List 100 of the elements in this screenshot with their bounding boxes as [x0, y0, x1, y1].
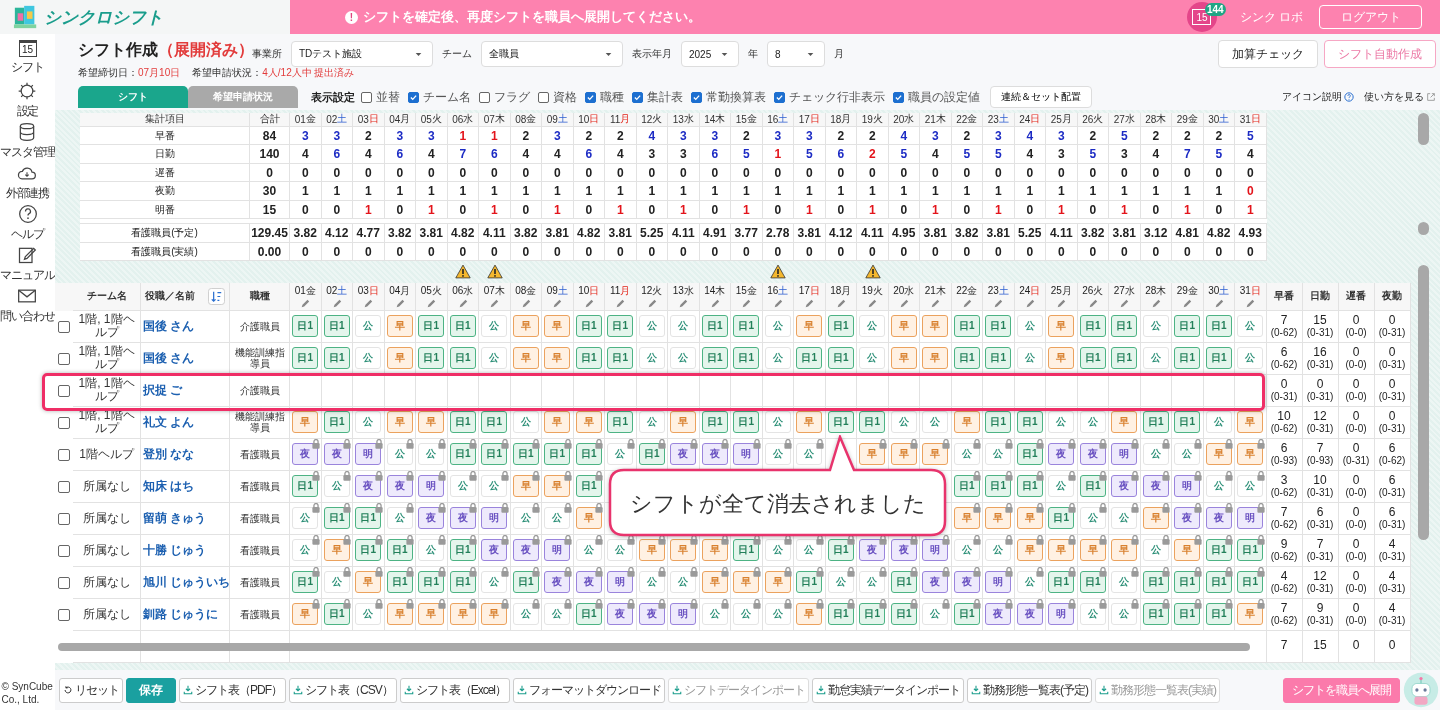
- toolbar-button[interactable]: リセット: [59, 677, 123, 703]
- shift-cell[interactable]: 日1: [985, 347, 1012, 370]
- shift-cell[interactable]: 早: [922, 315, 949, 338]
- sidebar-item[interactable]: 設定: [16, 103, 39, 120]
- scrollbar[interactable]: [1418, 221, 1429, 235]
- shift-cell[interactable]: 早: [512, 315, 539, 338]
- shift-cell[interactable]: 公: [953, 539, 980, 562]
- shift-cell[interactable]: 公: [418, 443, 445, 466]
- shift-cell[interactable]: 公: [1142, 315, 1169, 338]
- shift-cell[interactable]: 日1: [323, 507, 350, 530]
- shift-cell[interactable]: 早: [544, 411, 571, 434]
- shift-cell[interactable]: 公: [638, 571, 665, 594]
- shift-cell[interactable]: 日1: [1016, 411, 1043, 434]
- shift-cell[interactable]: 早: [922, 443, 949, 466]
- shift-cell[interactable]: 公: [355, 315, 382, 338]
- shift-cell[interactable]: 日1: [985, 315, 1012, 338]
- shift-cell[interactable]: 日1: [1111, 347, 1138, 370]
- shift-cell[interactable]: 日1: [449, 411, 476, 434]
- shift-cell[interactable]: 早: [386, 411, 413, 434]
- shift-cell[interactable]: 夜: [512, 539, 539, 562]
- shift-cell[interactable]: 日1: [1174, 603, 1201, 626]
- shift-cell[interactable]: 公: [1237, 475, 1264, 498]
- shift-cell[interactable]: 日1: [1079, 571, 1106, 594]
- shift-cell[interactable]: 日1: [1142, 411, 1169, 434]
- shift-cell[interactable]: 公: [512, 411, 539, 434]
- shift-cell[interactable]: 日1: [292, 315, 319, 338]
- checkbox[interactable]: [893, 91, 904, 103]
- shift-cell[interactable]: 公: [1142, 347, 1169, 370]
- shift-cell[interactable]: 日1: [607, 347, 634, 370]
- shift-cell[interactable]: 日1: [827, 347, 854, 370]
- shift-cell[interactable]: 早: [512, 475, 539, 498]
- shift-cell[interactable]: 公: [985, 539, 1012, 562]
- sidebar-item[interactable]: 外部連携: [5, 185, 50, 202]
- shift-cell[interactable]: 夜: [418, 507, 445, 530]
- shift-cell[interactable]: 夜: [449, 507, 476, 530]
- shift-cell[interactable]: 夜: [1205, 507, 1232, 530]
- shift-cell[interactable]: 公: [607, 443, 634, 466]
- sidebar-item[interactable]: シフト: [11, 59, 44, 76]
- shift-cell[interactable]: 早: [985, 507, 1012, 530]
- shift-cell[interactable]: 公: [481, 347, 508, 370]
- shift-cell[interactable]: 日1: [859, 411, 886, 434]
- sidebar-item[interactable]: ヘルプ: [11, 226, 44, 243]
- toolbar-button[interactable]: 勤怠実績データインポート: [812, 677, 965, 703]
- shift-cell[interactable]: 早: [1111, 411, 1138, 434]
- shift-cell[interactable]: 日1: [1174, 571, 1201, 594]
- shift-cell[interactable]: 早: [890, 347, 917, 370]
- shift-cell[interactable]: 日1: [827, 411, 854, 434]
- help-link[interactable]: アイコン説明: [1282, 90, 1342, 104]
- shift-cell[interactable]: 明: [355, 443, 382, 466]
- shift-cell[interactable]: 公: [764, 539, 791, 562]
- shift-cell[interactable]: 日1: [544, 443, 571, 466]
- shift-cell[interactable]: 早: [796, 315, 823, 338]
- toolbar-button[interactable]: シフトを職員へ展開: [1283, 677, 1400, 703]
- shift-cell[interactable]: 早: [701, 539, 728, 562]
- shift-cell[interactable]: 日1: [323, 347, 350, 370]
- shift-cell[interactable]: 公: [418, 539, 445, 562]
- shift-cell[interactable]: 夜: [1111, 475, 1138, 498]
- shift-cell[interactable]: 夜: [670, 443, 697, 466]
- shift-cell[interactable]: 早: [1111, 539, 1138, 562]
- shift-cell[interactable]: 明: [670, 603, 697, 626]
- toolbar-button[interactable]: シフト表（Excel）: [399, 677, 511, 703]
- shift-cell[interactable]: 早: [670, 539, 697, 562]
- shift-cell[interactable]: 早: [796, 603, 823, 626]
- shift-cell[interactable]: 早: [1016, 539, 1043, 562]
- sequence-set-button[interactable]: 連続＆セット配置: [990, 86, 1092, 108]
- shift-cell[interactable]: 夜: [481, 539, 508, 562]
- shift-cell[interactable]: 公: [449, 475, 476, 498]
- shift-cell[interactable]: 日1: [1174, 411, 1201, 434]
- staff-name-link[interactable]: 留萌 きゅう: [143, 509, 207, 527]
- checkbox[interactable]: [538, 91, 549, 103]
- shift-cell[interactable]: 明: [733, 443, 760, 466]
- shift-cell[interactable]: 公: [481, 315, 508, 338]
- shift-cell[interactable]: 早: [953, 411, 980, 434]
- shift-cell[interactable]: 公: [1237, 347, 1264, 370]
- toolbar-button[interactable]: フォーマットダウンロード: [513, 677, 666, 703]
- shift-cell[interactable]: 日1: [701, 347, 728, 370]
- shift-cell[interactable]: 公: [1142, 539, 1169, 562]
- shift-cell[interactable]: 日1: [323, 603, 350, 626]
- shift-cell[interactable]: 日1: [827, 315, 854, 338]
- shift-cell[interactable]: 日1: [953, 315, 980, 338]
- shift-cell[interactable]: 公: [607, 539, 634, 562]
- shift-cell[interactable]: 公: [1111, 507, 1138, 530]
- checkbox[interactable]: [585, 91, 596, 103]
- shift-cell[interactable]: 日1: [1016, 475, 1043, 498]
- shift-cell[interactable]: 公: [355, 411, 382, 434]
- shift-cell[interactable]: 夜: [355, 475, 382, 498]
- shift-cell[interactable]: 夜: [575, 571, 602, 594]
- checkbox[interactable]: [361, 91, 372, 103]
- shift-cell[interactable]: 日1: [512, 571, 539, 594]
- staff-name-link[interactable]: 旭川 じゅういち: [143, 573, 231, 591]
- shift-cell[interactable]: 日1: [638, 443, 665, 466]
- robot-icon[interactable]: [1403, 672, 1439, 709]
- shift-cell[interactable]: 日1: [1205, 603, 1232, 626]
- row-checkbox[interactable]: [58, 608, 70, 621]
- shift-cell[interactable]: 日1: [701, 411, 728, 434]
- shift-cell[interactable]: 早: [701, 571, 728, 594]
- scrollbar[interactable]: [1418, 112, 1429, 145]
- toolbar-button[interactable]: 保存: [126, 677, 176, 703]
- sidebar-item[interactable]: マスタ管理: [0, 144, 55, 161]
- shift-cell[interactable]: 日1: [323, 315, 350, 338]
